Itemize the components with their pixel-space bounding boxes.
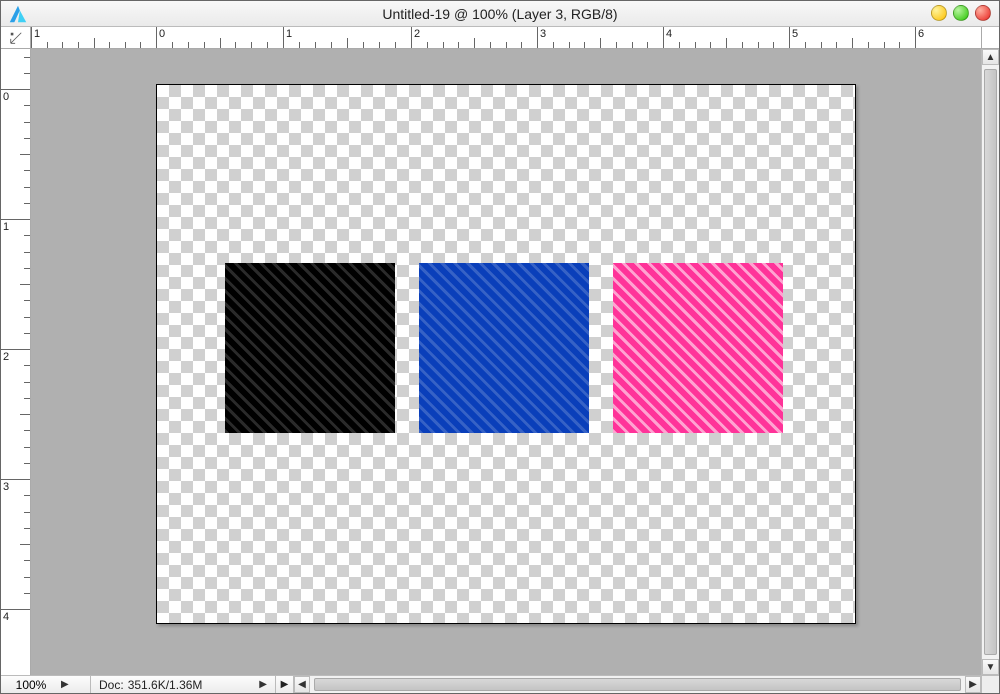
ruler-h-label: 6	[918, 28, 924, 40]
chevron-up-icon: ▲	[986, 52, 996, 63]
scrollbar-vertical[interactable]: ▲ ▼	[981, 49, 999, 675]
ruler-h-label: 1	[286, 28, 292, 40]
canvas[interactable]	[156, 84, 856, 624]
ruler-corner-tr	[981, 27, 999, 49]
ruler-h-label: 5	[792, 28, 798, 40]
doc-size-value: 351.6K/1.36M	[128, 678, 203, 692]
ruler-v-label: 0	[3, 91, 9, 103]
scroll-up-button[interactable]: ▲	[982, 49, 999, 65]
ruler-h-label: 2	[414, 28, 420, 40]
scrollbar-horizontal[interactable]: ◀ ▶	[294, 676, 981, 693]
layers	[157, 85, 855, 623]
scroll-v-track[interactable]	[982, 65, 999, 659]
close-button[interactable]	[975, 5, 991, 21]
ruler-h-label: 4	[666, 28, 672, 40]
app-window: Untitled-19 @ 100% (Layer 3, RGB/8) 1 0 1 2…	[0, 0, 1000, 694]
ruler-v-label: 1	[3, 221, 9, 233]
doc-size-display[interactable]: Doc: 351.6K/1.36M ▶	[91, 676, 276, 693]
scroll-h-thumb[interactable]	[314, 678, 961, 691]
status-bar: ▶ Doc: 351.6K/1.36M ▶ ▶ ◀ ▶	[1, 675, 999, 693]
chevron-right-icon: ▶	[281, 679, 289, 690]
titlebar[interactable]: Untitled-19 @ 100% (Layer 3, RGB/8)	[1, 1, 999, 27]
window-controls	[931, 5, 991, 21]
ruler-origin[interactable]	[1, 27, 31, 49]
zoom-field[interactable]: ▶	[1, 676, 91, 693]
chevron-left-icon: ◀	[298, 679, 306, 690]
ruler-h-label: 3	[540, 28, 546, 40]
ruler-v-label: 3	[3, 481, 9, 493]
scroll-left-button[interactable]: ◀	[294, 676, 310, 693]
scroll-corner	[981, 676, 999, 693]
chevron-right-icon: ▶	[969, 679, 977, 690]
ruler-horizontal[interactable]: 1 0 1 2 3 4 5 6	[31, 27, 981, 49]
shape-square-blue[interactable]	[419, 263, 589, 433]
minimize-button[interactable]	[931, 5, 947, 21]
status-menu-button[interactable]: ▶	[276, 676, 294, 693]
scroll-down-button[interactable]: ▼	[982, 659, 999, 675]
document-title: Untitled-19 @ 100% (Layer 3, RGB/8)	[1, 6, 999, 22]
zoom-input[interactable]	[5, 678, 57, 692]
scroll-h-track[interactable]	[310, 676, 965, 693]
canvas-viewport[interactable]	[31, 49, 981, 675]
ruler-v-label: 4	[3, 611, 9, 623]
scroll-v-thumb[interactable]	[984, 69, 997, 655]
workspace: 10123456 01234 ▲ ▼ ▶ Doc	[1, 27, 999, 693]
scroll-right-button[interactable]: ▶	[965, 676, 981, 693]
ruler-h-label: 0	[159, 28, 165, 40]
doc-label: Doc:	[99, 678, 124, 692]
maximize-button[interactable]	[953, 5, 969, 21]
ruler-v-label: 2	[3, 351, 9, 363]
ruler-vertical[interactable]: 0 1 2 3 4	[1, 49, 31, 675]
doc-info-dropdown-icon[interactable]: ▶	[259, 679, 267, 690]
shape-square-pink[interactable]	[613, 263, 783, 433]
ruler-h-label: 1	[34, 28, 40, 40]
shape-square-black[interactable]	[225, 263, 395, 433]
zoom-dropdown-icon[interactable]: ▶	[61, 679, 69, 690]
chevron-down-icon: ▼	[986, 662, 996, 673]
